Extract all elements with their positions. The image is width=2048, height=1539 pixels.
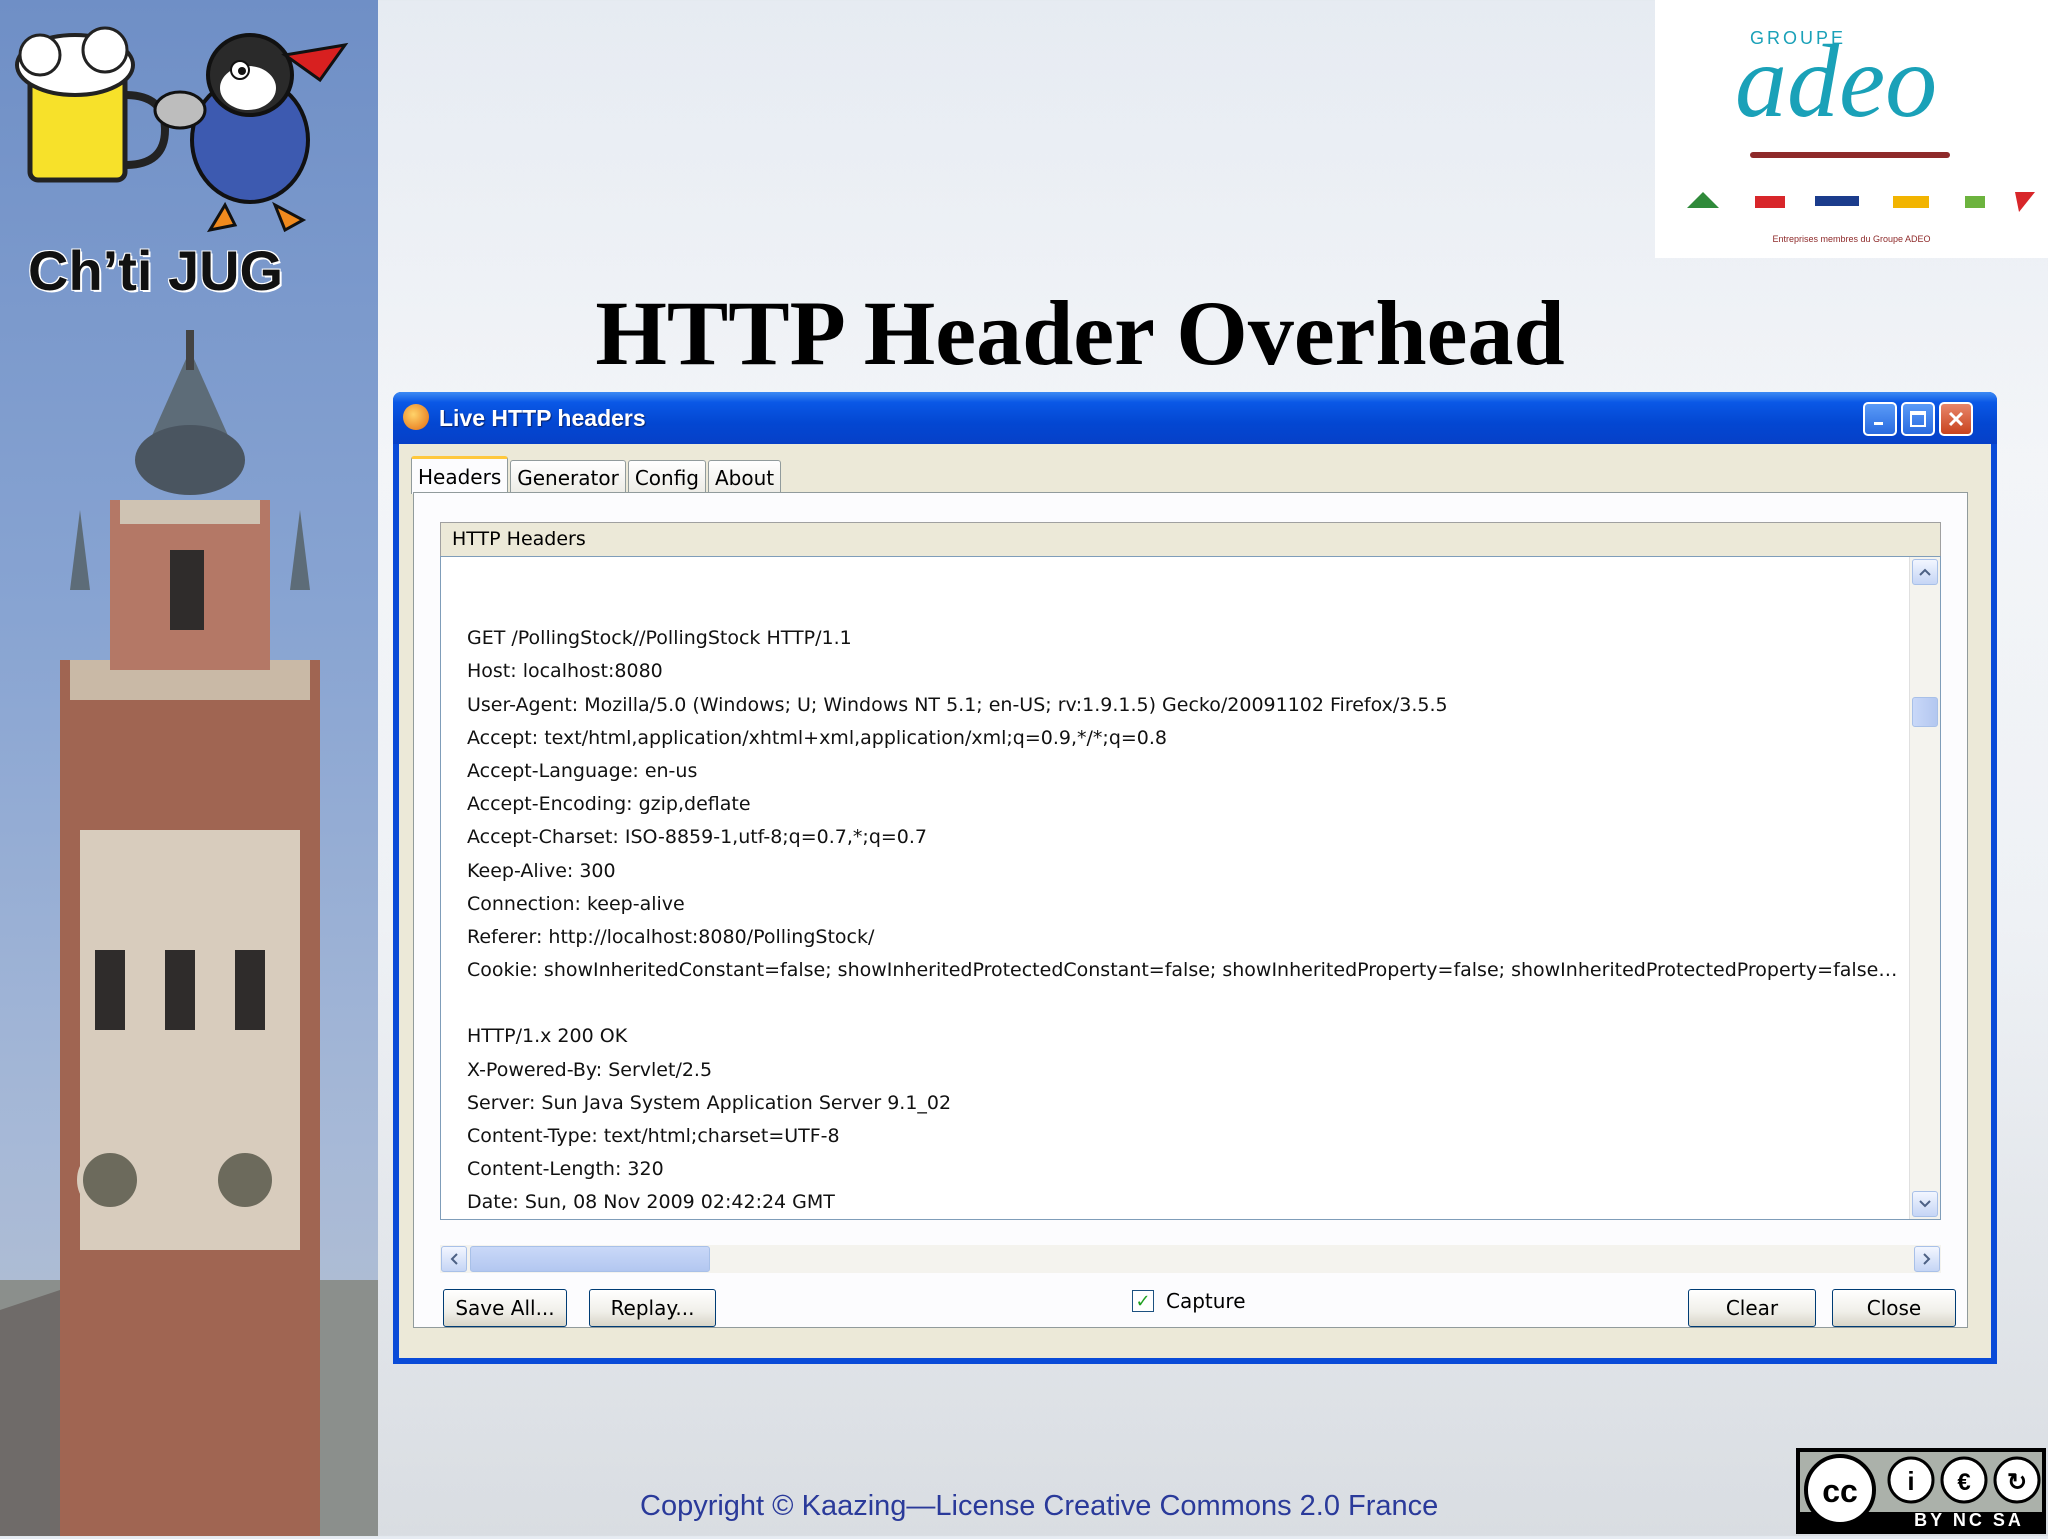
scroll-right-button[interactable] [1914,1246,1940,1272]
tab-bar: Headers Generator Config About [411,454,783,494]
tab-config[interactable]: Config [627,460,706,494]
chevron-right-icon [1923,1253,1931,1265]
header-line: Server: Sun Java System Application Serv… [467,1091,952,1114]
copyright-footer: Copyright © Kaazing—License Creative Com… [640,1490,1439,1522]
scroll-left-button[interactable] [441,1246,467,1272]
chevron-up-icon [1919,568,1931,576]
vertical-scrollbar[interactable] [1909,557,1940,1219]
header-line [467,589,1902,622]
headers-tab-panel: HTTP Headers GET /PollingStock//PollingS… [413,492,1968,1328]
header-line: Connection: keep-alive [467,892,685,915]
sidebar: Ch’ti JUG [0,0,378,1536]
header-line: Accept-Language: en-us [467,759,698,782]
header-line [467,987,1902,1020]
window-client-area: Headers Generator Config About HTTP Head… [399,444,1991,1358]
adeo-brand-text: adeo [1735,24,1938,139]
svg-text:cc: cc [1822,1473,1858,1509]
belfry-tower-image [0,330,378,1536]
svg-text:i: i [1907,1466,1914,1496]
header-line: Content-Length: 320 [467,1158,664,1181]
tab-headers[interactable]: Headers [411,456,509,494]
header-line: Keep-Alive: 300 [467,859,616,882]
window-titlebar[interactable]: Live HTTP headers [393,392,1997,444]
header-line: X-Powered-By: Servlet/2.5 [467,1058,713,1081]
live-http-headers-window: Live HTTP headers Headers Generator Conf… [393,392,1997,1364]
close-icon [1948,411,1964,427]
header-line: Date: Sun, 08 Nov 2009 02:42:24 GMT [467,1191,835,1214]
capture-check-icon[interactable]: ✓ [1132,1290,1154,1312]
adeo-logo: GROUPE adeo Entreprises membres du Group… [1655,0,2048,258]
header-line: Host: localhost:8080 [467,660,663,683]
adeo-member-brands [1687,192,2035,212]
chevron-down-icon [1919,1200,1931,1208]
adeo-members-caption: Entreprises membres du Groupe ADEO [1772,234,1931,244]
http-headers-text-area[interactable]: GET /PollingStock//PollingStock HTTP/1.1… [440,556,1941,1220]
horizontal-scroll-thumb[interactable] [470,1246,710,1272]
close-button[interactable]: Close [1832,1289,1956,1327]
header-line: GET /PollingStock//PollingStock HTTP/1.1 [467,627,852,650]
scroll-down-button[interactable] [1912,1191,1938,1217]
app-icon [403,404,429,430]
header-lines: GET /PollingStock//PollingStock HTTP/1.1… [467,589,1902,1219]
svg-text:€: € [1957,1469,1970,1496]
header-line: Accept-Encoding: gzip,deflate [467,793,751,816]
clear-button[interactable]: Clear [1688,1289,1816,1327]
minimize-button[interactable] [1863,402,1897,436]
http-headers-group-title: HTTP Headers [440,522,1941,556]
replay-button[interactable]: Replay... [589,1289,716,1327]
capture-checkbox[interactable]: ✓ Capture [1132,1289,1246,1313]
window-title: Live HTTP headers [439,405,646,431]
svg-text:↻: ↻ [2007,1469,2027,1496]
creative-commons-badge: cc i € ↻ BY NC SA [1796,1448,2046,1534]
maximize-button[interactable] [1901,402,1935,436]
header-line: Referer: http://localhost:8080/PollingSt… [467,925,875,948]
adeo-underline [1750,152,1950,158]
chtijug-title: Ch’ti JUG [28,239,284,302]
save-all-button[interactable]: Save All... [443,1289,567,1327]
close-window-button[interactable] [1939,402,1973,436]
minimize-icon [1874,422,1883,425]
slide-title: HTTP Header Overhead [595,282,1565,384]
header-line: Accept-Charset: ISO-8859-1,utf-8;q=0.7,*… [467,826,928,849]
header-line: User-Agent: Mozilla/5.0 (Windows; U; Win… [467,693,1448,716]
header-line: Accept: text/html,application/xhtml+xml,… [467,726,1168,749]
tab-about[interactable]: About [707,460,782,494]
vertical-scroll-thumb[interactable] [1912,697,1938,727]
capture-label: Capture [1166,1289,1246,1313]
chevron-left-icon [450,1253,458,1265]
tab-generator[interactable]: Generator [510,460,626,494]
header-line: Content-Type: text/html;charset=UTF-8 [467,1125,840,1147]
header-line: HTTP/1.x 200 OK [467,1025,628,1048]
header-line: Cookie: showInheritedConstant=false; sho… [467,959,1902,982]
license-badge-text: BY NC SA [1914,1510,2024,1530]
maximize-icon [1910,411,1926,427]
horizontal-scrollbar[interactable] [440,1245,1941,1273]
scroll-up-button[interactable] [1912,559,1938,585]
chtijug-mascot-logo [15,26,349,233]
